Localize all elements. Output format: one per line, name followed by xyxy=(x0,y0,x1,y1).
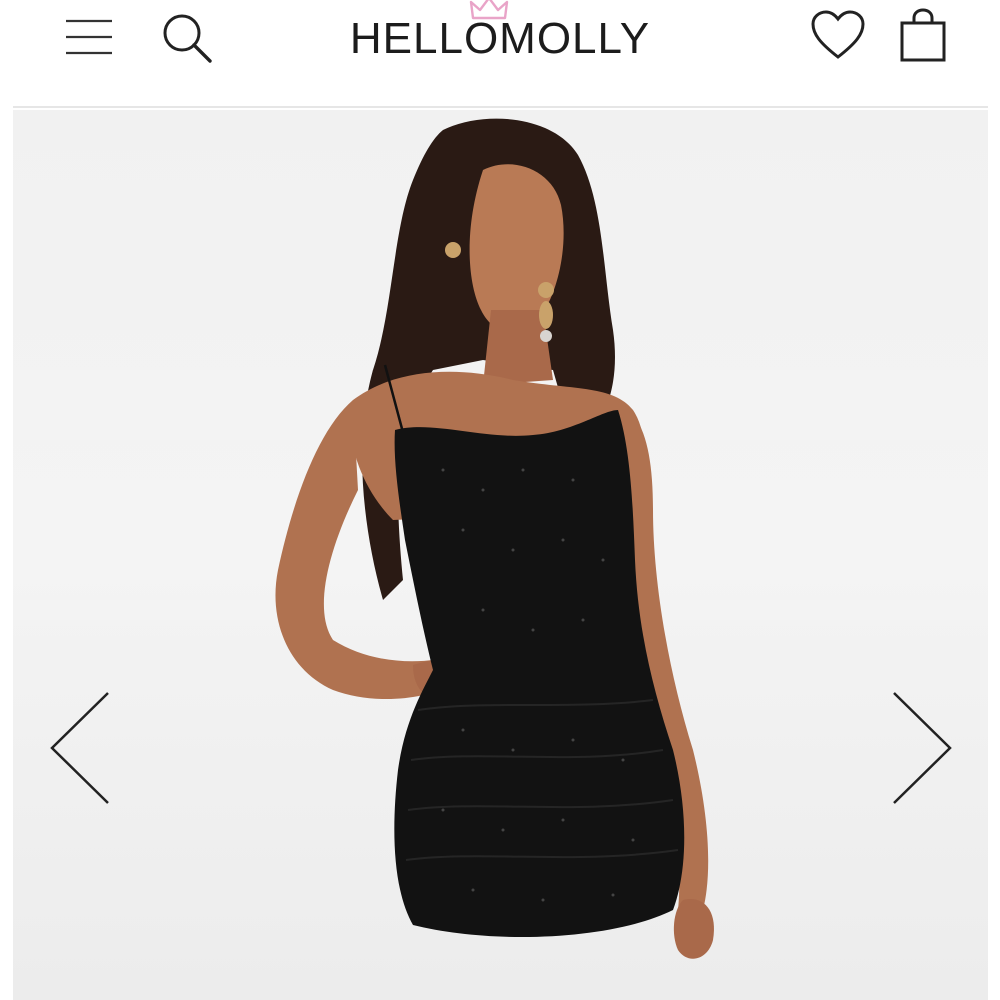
chevron-left-icon xyxy=(50,692,109,804)
menu-button[interactable] xyxy=(63,12,115,62)
site-header: HELLOMOLLY xyxy=(13,0,988,108)
search-icon xyxy=(163,14,212,63)
product-image-gallery[interactable] xyxy=(13,110,988,1000)
search-button[interactable] xyxy=(159,10,215,66)
previous-image-button[interactable] xyxy=(37,683,117,813)
next-image-button[interactable] xyxy=(885,683,965,813)
hamburger-menu-icon xyxy=(66,19,112,55)
shopping-bag-icon xyxy=(900,8,946,62)
heart-icon xyxy=(811,10,865,59)
brand-name: HELLOMOLLY xyxy=(349,14,651,63)
product-photo xyxy=(275,118,714,959)
shopping-bag-button[interactable] xyxy=(895,6,951,64)
brand-logo[interactable]: HELLOMOLLY xyxy=(335,0,665,80)
chevron-right-icon xyxy=(893,692,952,804)
product-page: HELLOMOLLY xyxy=(0,0,1000,1000)
wishlist-button[interactable] xyxy=(809,6,867,64)
